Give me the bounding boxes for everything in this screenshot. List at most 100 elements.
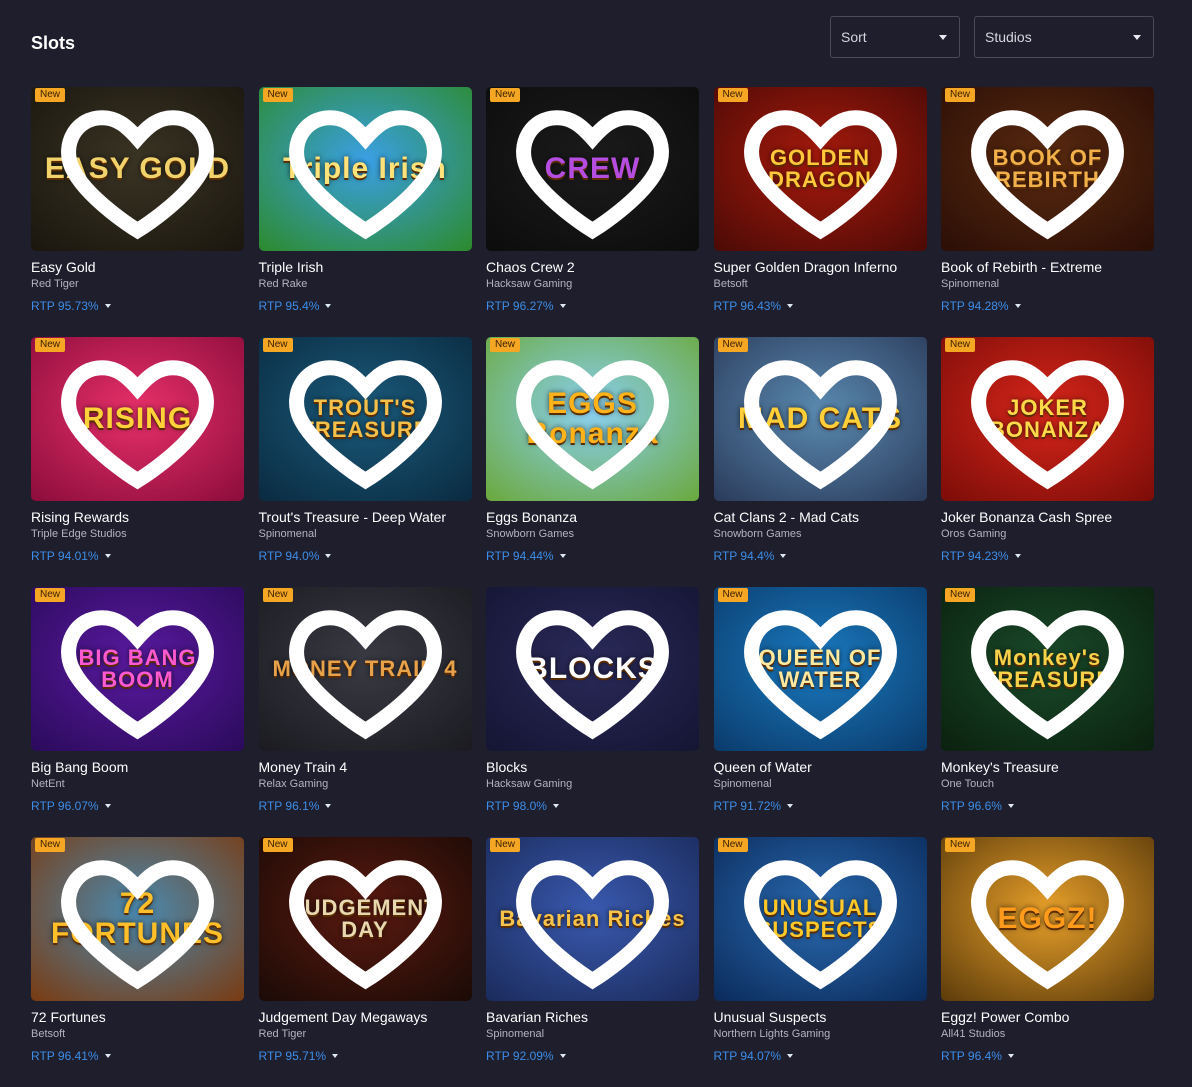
game-title[interactable]: Easy Gold: [31, 259, 244, 275]
rtp-dropdown[interactable]: RTP 91.72%: [714, 799, 927, 813]
game-card[interactable]: Monkey's TREASURE New Monkey's Treasure …: [941, 587, 1154, 837]
game-card[interactable]: TROUT'S TREASURE New Trout's Treasure - …: [258, 337, 472, 587]
heart-icon[interactable]: [714, 587, 927, 751]
rtp-dropdown[interactable]: RTP 94.28%: [941, 299, 1154, 313]
game-thumbnail[interactable]: MONEY TRAIN 4 New: [258, 587, 472, 751]
heart-icon[interactable]: [259, 587, 472, 751]
game-title[interactable]: 72 Fortunes: [31, 1009, 244, 1025]
rtp-dropdown[interactable]: RTP 96.43%: [714, 299, 927, 313]
heart-icon[interactable]: [31, 87, 244, 251]
game-title[interactable]: Unusual Suspects: [714, 1009, 927, 1025]
game-thumbnail[interactable]: BOOK OF REBIRTH New: [941, 87, 1154, 251]
heart-icon[interactable]: [941, 87, 1154, 251]
heart-icon[interactable]: [259, 87, 472, 251]
game-card[interactable]: Triple Irish New Triple Irish Red Rake R…: [258, 87, 472, 337]
rtp-dropdown[interactable]: RTP 95.4%: [259, 299, 472, 313]
sort-dropdown[interactable]: Sort: [830, 16, 960, 58]
game-thumbnail[interactable]: Monkey's TREASURE New: [941, 587, 1154, 751]
game-title[interactable]: Blocks: [486, 759, 699, 775]
heart-icon[interactable]: [486, 587, 699, 751]
rtp-dropdown[interactable]: RTP 96.27%: [486, 299, 699, 313]
game-title[interactable]: Big Bang Boom: [31, 759, 244, 775]
rtp-dropdown[interactable]: RTP 96.07%: [31, 799, 244, 813]
game-card[interactable]: BLOCKS Blocks Hacksaw Gaming RTP 98.0%: [486, 587, 699, 837]
game-card[interactable]: MAD CATS New Cat Clans 2 - Mad Cats Snow…: [713, 337, 927, 587]
game-title[interactable]: Cat Clans 2 - Mad Cats: [714, 509, 927, 525]
game-thumbnail[interactable]: TROUT'S TREASURE New: [258, 337, 472, 501]
game-card[interactable]: EASY GOLD New Easy Gold Red Tiger RTP 95…: [31, 87, 244, 337]
game-thumbnail[interactable]: UNUSUAL SUSPECTS New: [713, 837, 927, 1001]
heart-icon[interactable]: [714, 837, 927, 1001]
game-thumbnail[interactable]: Bavarian Riches New: [486, 837, 699, 1001]
game-title[interactable]: Super Golden Dragon Inferno: [714, 259, 927, 275]
game-title[interactable]: Money Train 4: [259, 759, 472, 775]
rtp-dropdown[interactable]: RTP 92.09%: [486, 1049, 699, 1063]
rtp-dropdown[interactable]: RTP 96.6%: [941, 799, 1154, 813]
game-title[interactable]: Chaos Crew 2: [486, 259, 699, 275]
game-title[interactable]: Triple Irish: [259, 259, 472, 275]
rtp-dropdown[interactable]: RTP 95.71%: [259, 1049, 472, 1063]
game-thumbnail[interactable]: CREW New: [486, 87, 699, 251]
rtp-dropdown[interactable]: RTP 94.4%: [714, 549, 927, 563]
heart-icon[interactable]: [486, 837, 699, 1001]
rtp-dropdown[interactable]: RTP 96.1%: [259, 799, 472, 813]
game-thumbnail[interactable]: MAD CATS New: [713, 337, 927, 501]
game-thumbnail[interactable]: BIG BANG BOOM New: [31, 587, 244, 751]
rtp-dropdown[interactable]: RTP 95.73%: [31, 299, 244, 313]
game-thumbnail[interactable]: RISING New: [31, 337, 244, 501]
heart-icon[interactable]: [941, 587, 1154, 751]
studios-dropdown[interactable]: Studios: [974, 16, 1154, 58]
rtp-dropdown[interactable]: RTP 96.4%: [941, 1049, 1154, 1063]
game-card[interactable]: QUEEN OF WATER New Queen of Water Spinom…: [713, 587, 927, 837]
rtp-dropdown[interactable]: RTP 96.41%: [31, 1049, 244, 1063]
game-title[interactable]: Rising Rewards: [31, 509, 244, 525]
game-thumbnail[interactable]: GOLDEN DRAGON New: [713, 87, 927, 251]
game-title[interactable]: Monkey's Treasure: [941, 759, 1154, 775]
game-thumbnail[interactable]: BLOCKS: [486, 587, 699, 751]
rtp-dropdown[interactable]: RTP 94.23%: [941, 549, 1154, 563]
heart-icon[interactable]: [259, 837, 472, 1001]
game-card[interactable]: BIG BANG BOOM New Big Bang Boom NetEnt R…: [31, 587, 244, 837]
heart-icon[interactable]: [714, 337, 927, 501]
game-card[interactable]: BOOK OF REBIRTH New Book of Rebirth - Ex…: [941, 87, 1154, 337]
rtp-dropdown[interactable]: RTP 94.0%: [259, 549, 472, 563]
game-title[interactable]: Book of Rebirth - Extreme: [941, 259, 1154, 275]
game-title[interactable]: Joker Bonanza Cash Spree: [941, 509, 1154, 525]
game-thumbnail[interactable]: JUDGEMENT DAY New: [258, 837, 472, 1001]
rtp-dropdown[interactable]: RTP 98.0%: [486, 799, 699, 813]
heart-icon[interactable]: [486, 337, 699, 501]
game-card[interactable]: EGGZ! New Eggz! Power Combo All41 Studio…: [941, 837, 1154, 1087]
game-card[interactable]: EGGS Bonanza New Eggs Bonanza Snowborn G…: [486, 337, 699, 587]
game-thumbnail[interactable]: EASY GOLD New: [31, 87, 244, 251]
heart-icon[interactable]: [486, 87, 699, 251]
heart-icon[interactable]: [259, 337, 472, 501]
game-card[interactable]: UNUSUAL SUSPECTS New Unusual Suspects No…: [713, 837, 927, 1087]
game-title[interactable]: Trout's Treasure - Deep Water: [259, 509, 472, 525]
game-card[interactable]: JOKER BONANZA New Joker Bonanza Cash Spr…: [941, 337, 1154, 587]
game-thumbnail[interactable]: JOKER BONANZA New: [941, 337, 1154, 501]
heart-icon[interactable]: [941, 337, 1154, 501]
heart-icon[interactable]: [714, 87, 927, 251]
game-card[interactable]: CREW New Chaos Crew 2 Hacksaw Gaming RTP…: [486, 87, 699, 337]
heart-icon[interactable]: [941, 837, 1154, 1001]
rtp-dropdown[interactable]: RTP 94.44%: [486, 549, 699, 563]
game-thumbnail[interactable]: EGGZ! New: [941, 837, 1154, 1001]
heart-icon[interactable]: [31, 337, 244, 501]
game-card[interactable]: 72 FORTUNES New 72 Fortunes Betsoft RTP …: [31, 837, 244, 1087]
game-title[interactable]: Eggs Bonanza: [486, 509, 699, 525]
game-card[interactable]: Bavarian Riches New Bavarian Riches Spin…: [486, 837, 699, 1087]
game-title[interactable]: Bavarian Riches: [486, 1009, 699, 1025]
rtp-dropdown[interactable]: RTP 94.07%: [714, 1049, 927, 1063]
game-title[interactable]: Eggz! Power Combo: [941, 1009, 1154, 1025]
game-card[interactable]: RISING New Rising Rewards Triple Edge St…: [31, 337, 244, 587]
game-card[interactable]: JUDGEMENT DAY New Judgement Day Megaways…: [258, 837, 472, 1087]
game-thumbnail[interactable]: EGGS Bonanza New: [486, 337, 699, 501]
game-title[interactable]: Judgement Day Megaways: [259, 1009, 472, 1025]
rtp-dropdown[interactable]: RTP 94.01%: [31, 549, 244, 563]
heart-icon[interactable]: [31, 587, 244, 751]
game-title[interactable]: Queen of Water: [714, 759, 927, 775]
heart-icon[interactable]: [31, 837, 244, 1001]
game-thumbnail[interactable]: QUEEN OF WATER New: [713, 587, 927, 751]
game-card[interactable]: GOLDEN DRAGON New Super Golden Dragon In…: [713, 87, 927, 337]
game-thumbnail[interactable]: 72 FORTUNES New: [31, 837, 244, 1001]
